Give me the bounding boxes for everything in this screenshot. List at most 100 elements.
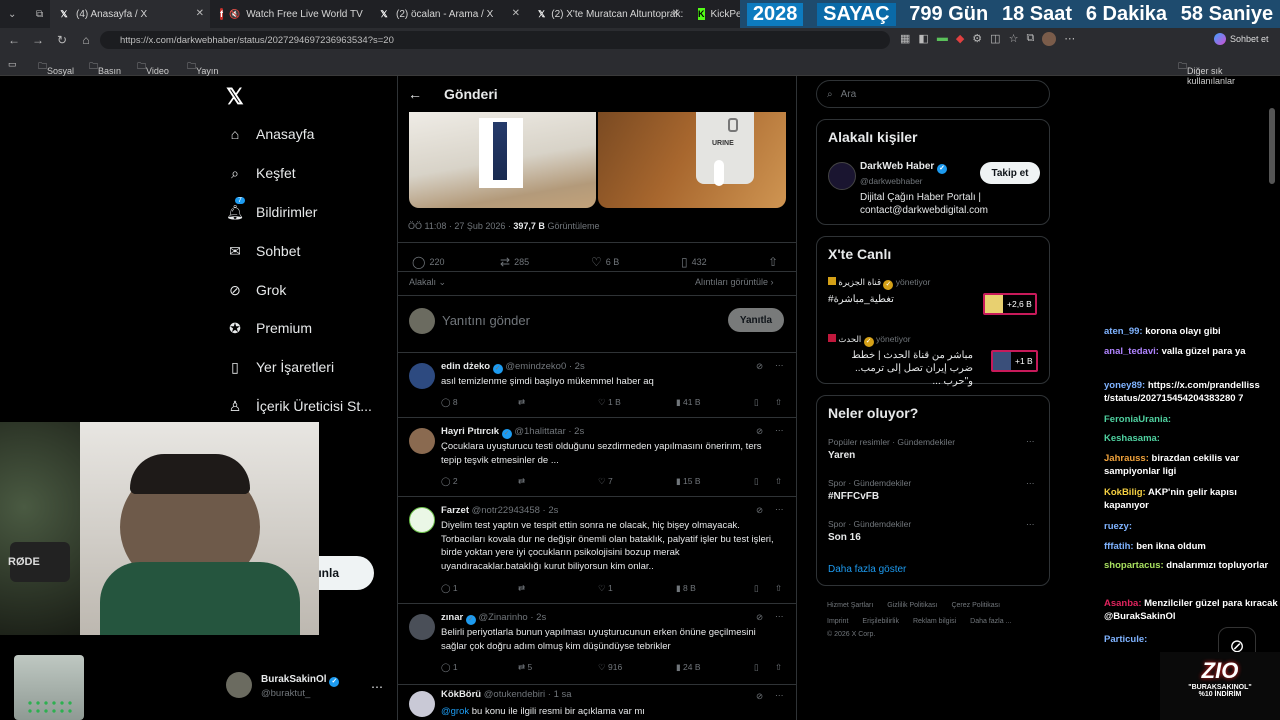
reply-tweet[interactable]: zınar ✓ @Zinarinho · 2s ⊘ ⋯ Belirli peri…: [398, 604, 796, 684]
live-item-host[interactable]: قناة الجزيرة ✓ yönetiyor: [828, 277, 930, 290]
copilot-chat-button[interactable]: Sohbet et: [1214, 33, 1269, 45]
chat-username[interactable]: Asanba:: [1104, 598, 1141, 609]
close-tab-icon[interactable]: ✕: [672, 8, 680, 19]
reply-action[interactable]: ◯ 220: [412, 255, 444, 269]
more-icon[interactable]: ⋯: [775, 360, 784, 371]
views-action[interactable]: ▮ 24 B: [676, 662, 701, 673]
views-action[interactable]: ▮ 8 B: [676, 583, 696, 594]
sidebar-item-explore[interactable]: ⌕ Keşfet: [226, 164, 296, 182]
trend-name[interactable]: Yaren: [828, 450, 855, 461]
sidebar-item-premium[interactable]: ✪ Premium: [226, 319, 312, 337]
bookmark-icon[interactable]: ▯: [754, 476, 759, 487]
live-item-title[interactable]: #تغطية_مباشرة: [828, 294, 894, 305]
more-icon[interactable]: ⋯: [775, 611, 784, 622]
search-input[interactable]: ⌕ Ara: [816, 80, 1050, 108]
sidebar-item-home[interactable]: ⌂ Anasayfa: [226, 125, 315, 143]
sidebar-item-grok[interactable]: ⊘ Grok: [226, 281, 286, 299]
avatar[interactable]: [828, 162, 856, 190]
chat-username[interactable]: Keshasama:: [1104, 433, 1160, 444]
bookmark-icon[interactable]: ▯: [754, 583, 759, 594]
reply-action[interactable]: ◯ 1: [441, 583, 458, 594]
extension-icon[interactable]: ◧: [918, 32, 928, 46]
refresh-icon[interactable]: ↻: [50, 33, 74, 47]
bookmark-folder-video[interactable]: 🗀 Video: [137, 59, 169, 76]
chat-username[interactable]: Particule:: [1104, 634, 1147, 645]
reply-button[interactable]: Yanıtla: [728, 308, 784, 332]
grok-icon[interactable]: ⊘: [756, 505, 763, 516]
author-name[interactable]: KökBörü: [441, 689, 481, 700]
footer-link[interactable]: Gizlilik Politikası: [887, 602, 937, 609]
grok-icon[interactable]: ⊘: [756, 691, 763, 702]
sidebar-item-bookmarks[interactable]: ▯ Yer İşaretleri: [226, 358, 334, 376]
post-image-student[interactable]: [409, 112, 596, 208]
reply-sort-dropdown[interactable]: Alakalı ⌄: [409, 277, 446, 288]
back-arrow-icon[interactable]: ←: [408, 86, 422, 102]
repost-action[interactable]: ⇄: [518, 476, 525, 487]
sidebar-item-chat[interactable]: ✉ Sohbet: [226, 242, 300, 260]
reply-tweet[interactable]: edin dżeko ✓ @emindzeko0 · 2s ⊘ ⋯ asıl t…: [398, 353, 796, 417]
mention-link[interactable]: @grok: [441, 706, 469, 717]
author-name[interactable]: edin dżeko: [441, 361, 490, 372]
reply-input[interactable]: Yanıtını gönder: [442, 313, 530, 328]
address-bar[interactable]: https://x.com/darkwebhaber/status/202729…: [100, 31, 890, 49]
view-quotes-link[interactable]: Alıntıları görüntüle ›: [695, 277, 774, 287]
chat-username[interactable]: Jahrauss:: [1104, 453, 1149, 464]
live-item-title[interactable]: مباشر من قناة الحدث | خطط ضرب إيران تصل …: [828, 349, 973, 388]
like-action[interactable]: ♡ 7: [598, 476, 613, 487]
live-item-host[interactable]: الحدث ✓ yönetiyor: [828, 334, 911, 347]
more-icon[interactable]: ⋯: [1026, 478, 1035, 489]
footer-link[interactable]: Erişilebilirlik: [862, 618, 899, 625]
like-action[interactable]: ♡ 1: [598, 583, 613, 594]
chat-username[interactable]: FeroniaUrania:: [1104, 414, 1171, 425]
repost-action[interactable]: ⇄: [518, 397, 525, 408]
reply-action[interactable]: ◯ 2: [441, 476, 458, 487]
chat-username[interactable]: aten_99:: [1104, 326, 1143, 337]
author-name[interactable]: Hayri Pıtırcık: [441, 426, 499, 437]
more-icon[interactable]: ⋯: [1026, 519, 1035, 530]
split-screen-icon[interactable]: ◫: [990, 32, 1000, 46]
more-icon[interactable]: ⋯: [775, 690, 784, 701]
tab-actions-button[interactable]: ⌄: [0, 0, 26, 28]
repost-action[interactable]: ⇄ 285: [500, 255, 529, 269]
more-icon[interactable]: ⋯: [1064, 32, 1075, 46]
share-icon[interactable]: ⇧: [775, 583, 782, 594]
close-tab-icon[interactable]: ✕: [512, 8, 520, 19]
tab-3[interactable]: 𝕏 (2) öcalan - Arama / X ✕: [370, 0, 526, 28]
follow-button[interactable]: Takip et: [980, 162, 1040, 184]
home-icon[interactable]: ⌂: [74, 33, 98, 47]
reply-action[interactable]: ◯ 1: [441, 662, 458, 673]
extension-icon[interactable]: ▬: [937, 32, 948, 46]
reply-tweet[interactable]: Hayri Pıtırcık ✓ @1halittatar · 2s ⊘ ⋯ Ç…: [398, 418, 796, 496]
bookmark-icon[interactable]: ▯: [754, 662, 759, 673]
chat-username[interactable]: fffatih:: [1104, 541, 1134, 552]
more-icon[interactable]: ⋯: [371, 680, 383, 694]
extension-icon[interactable]: ◆: [956, 32, 964, 46]
reply-action[interactable]: ◯ 8: [441, 397, 458, 408]
bookmark-icon[interactable]: ▯: [754, 397, 759, 408]
bookmark-folder-yayin[interactable]: 🗀 Yayın: [187, 59, 218, 76]
trend-name[interactable]: Son 16: [828, 532, 861, 543]
grok-icon[interactable]: ⊘: [756, 426, 763, 437]
views-action[interactable]: ▮ 15 B: [676, 476, 701, 487]
footer-link[interactable]: Reklam bilgisi: [913, 618, 956, 625]
like-action[interactable]: ♡ 916: [598, 662, 622, 673]
extensions-icon[interactable]: ⚙: [972, 32, 982, 46]
person-name[interactable]: DarkWeb Haber: [860, 161, 934, 172]
workspaces-icon[interactable]: ⧉: [28, 0, 48, 28]
bookmark-action[interactable]: ▯ 432: [681, 255, 707, 269]
footer-link[interactable]: Daha fazla ...: [970, 618, 1011, 625]
more-icon[interactable]: ⋯: [1026, 436, 1035, 447]
back-icon[interactable]: ←: [2, 33, 26, 47]
chat-username[interactable]: shopartacus:: [1104, 560, 1164, 571]
scrollbar-thumb[interactable]: [1269, 108, 1275, 184]
grok-icon[interactable]: ⊘: [756, 612, 763, 623]
other-bookmarks[interactable]: 🗀 Diğer sık kullanılanlar: [1178, 59, 1235, 86]
show-more-link[interactable]: Daha fazla göster: [828, 564, 906, 575]
views-action[interactable]: ▮ 41 B: [676, 397, 701, 408]
post-timestamp[interactable]: ÖÖ 11:08 · 27 Şub 2026 ·: [408, 221, 513, 231]
x-logo[interactable]: 𝕏: [226, 84, 244, 110]
share-icon[interactable]: ⇧: [768, 255, 778, 269]
author-name[interactable]: Farzet: [441, 505, 469, 516]
repost-action[interactable]: ⇄: [518, 583, 525, 594]
profile-avatar[interactable]: [1042, 32, 1057, 46]
